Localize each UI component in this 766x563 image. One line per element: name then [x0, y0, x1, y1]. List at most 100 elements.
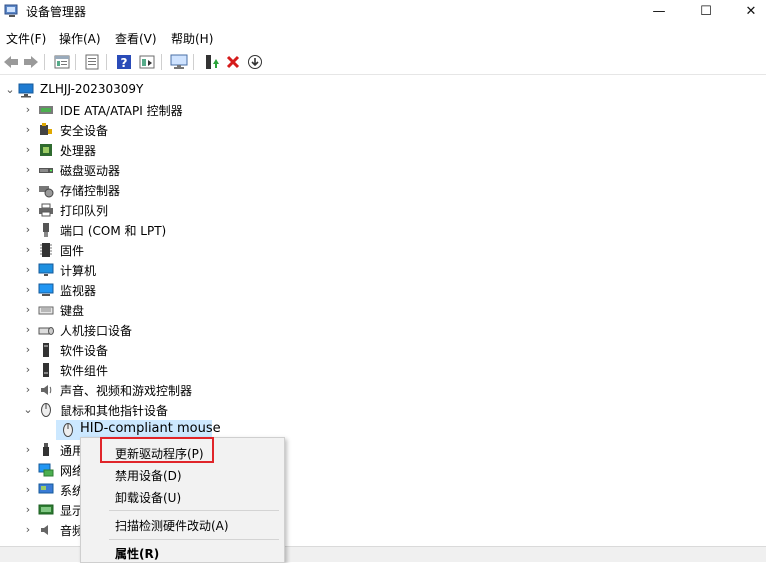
download-icon[interactable]: [246, 53, 264, 71]
update-icon[interactable]: [83, 53, 101, 71]
tree-node[interactable]: › 处理器: [0, 140, 766, 160]
menu-separator: [109, 539, 279, 540]
tree-root[interactable]: ⌄ ZLHJJ-20230309Y: [0, 80, 766, 100]
annotation-highlight: [100, 437, 214, 463]
chevron-right-icon[interactable]: ›: [22, 223, 34, 236]
tree-node[interactable]: › 安全设备: [0, 120, 766, 140]
menu-action[interactable]: 操作(A): [59, 30, 101, 47]
disk-icon: [39, 168, 53, 173]
chevron-right-icon[interactable]: ›: [22, 363, 34, 376]
chevron-right-icon[interactable]: ›: [22, 103, 34, 116]
menu-separator: [109, 510, 279, 511]
tree-node[interactable]: › 端口 (COM 和 LPT): [0, 220, 766, 240]
monitor-icon: [38, 283, 54, 296]
software-component-icon: [43, 363, 49, 377]
forward-icon[interactable]: [22, 53, 40, 71]
help-icon[interactable]: ?: [115, 53, 133, 71]
node-label: 固件: [60, 244, 85, 258]
node-label: 键盘: [60, 304, 85, 318]
toolbar-separator: [75, 54, 76, 70]
menu-file[interactable]: 文件(F): [6, 30, 46, 47]
node-label: 声音、视频和游戏控制器: [60, 384, 193, 398]
chevron-right-icon[interactable]: ›: [22, 303, 34, 316]
menu-item-uninstall-device[interactable]: 卸载设备(U): [115, 489, 181, 506]
tree-node[interactable]: › IDE ATA/ATAPI 控制器: [0, 100, 766, 120]
storage-icon: [39, 186, 54, 198]
network-icon: [38, 463, 54, 477]
toolbar-separator: [193, 54, 194, 70]
menu-bar: 文件(F) 操作(A) 查看(V) 帮助(H): [0, 26, 766, 48]
chevron-right-icon[interactable]: ›: [22, 163, 34, 176]
chevron-right-icon[interactable]: ›: [22, 523, 34, 536]
chevron-right-icon[interactable]: ›: [22, 243, 34, 256]
maximize-button[interactable]: ☐: [683, 0, 729, 22]
chevron-right-icon[interactable]: ›: [22, 123, 34, 136]
node-label: IDE ATA/ATAPI 控制器: [60, 104, 183, 118]
child-label: HID-compliant mouse: [80, 421, 221, 436]
chevron-down-icon[interactable]: ⌄: [4, 83, 16, 96]
chevron-right-icon[interactable]: ›: [22, 343, 34, 356]
view-icon[interactable]: [138, 53, 156, 71]
tree-node[interactable]: › 软件组件: [0, 360, 766, 380]
menu-help[interactable]: 帮助(H): [171, 30, 213, 47]
tree-node[interactable]: › 键盘: [0, 300, 766, 320]
tree-node[interactable]: ⌄ 鼠标和其他指针设备: [0, 400, 766, 420]
audio-icon: [41, 525, 48, 535]
display-icon: [38, 504, 54, 515]
node-label: 存储控制器: [60, 184, 121, 198]
svg-text:?: ?: [121, 56, 128, 70]
chevron-right-icon[interactable]: ›: [22, 203, 34, 216]
node-label: 安全设备: [60, 124, 109, 138]
chevron-down-icon[interactable]: ⌄: [22, 403, 34, 416]
chevron-right-icon[interactable]: ›: [22, 183, 34, 196]
tree-node[interactable]: › 存储控制器: [0, 180, 766, 200]
toolbar-separator: [161, 54, 162, 70]
chevron-right-icon[interactable]: ›: [22, 503, 34, 516]
back-icon[interactable]: [2, 53, 20, 71]
firmware-icon: [40, 243, 52, 257]
chevron-right-icon[interactable]: ›: [22, 383, 34, 396]
tree-node[interactable]: › 打印队列: [0, 200, 766, 220]
node-label: 处理器: [60, 144, 97, 158]
tree-node[interactable]: › 固件: [0, 240, 766, 260]
properties-icon[interactable]: [53, 53, 71, 71]
tree-node[interactable]: › 监视器: [0, 280, 766, 300]
usb-icon: [43, 443, 49, 456]
node-label: 监视器: [60, 284, 97, 298]
port-icon: [43, 223, 49, 237]
tree-node[interactable]: › 软件设备: [0, 340, 766, 360]
menu-item-disable-device[interactable]: 禁用设备(D): [115, 467, 182, 484]
uninstall-icon[interactable]: [224, 53, 242, 71]
tree-node[interactable]: › 磁盘驱动器: [0, 160, 766, 180]
mouse-icon: [63, 423, 73, 437]
tree-node[interactable]: › 人机接口设备: [0, 320, 766, 340]
tree-node[interactable]: › 声音、视频和游戏控制器: [0, 380, 766, 400]
node-label: 端口 (COM 和 LPT): [60, 224, 167, 238]
title-bar: 设备管理器 — ☐ ✕: [0, 0, 766, 22]
chevron-right-icon[interactable]: ›: [22, 263, 34, 276]
enable-icon[interactable]: [203, 53, 221, 71]
chevron-right-icon[interactable]: ›: [22, 143, 34, 156]
close-button[interactable]: ✕: [728, 0, 766, 22]
tree-node[interactable]: › 计算机: [0, 260, 766, 280]
software-device-icon: [43, 343, 49, 357]
device-manager-icon: [4, 4, 18, 17]
keyboard-icon: [38, 306, 54, 315]
node-label: 软件组件: [60, 364, 109, 378]
security-icon: [40, 123, 52, 135]
chevron-right-icon[interactable]: ›: [22, 463, 34, 476]
chevron-right-icon[interactable]: ›: [22, 283, 34, 296]
chevron-right-icon[interactable]: ›: [22, 323, 34, 336]
chevron-right-icon[interactable]: ›: [22, 443, 34, 456]
minimize-button[interactable]: —: [636, 0, 682, 22]
node-label: 磁盘驱动器: [60, 164, 121, 178]
hid-icon: [38, 327, 54, 335]
monitor-icon[interactable]: [170, 53, 188, 71]
node-label: 计算机: [60, 264, 97, 278]
menu-item-properties[interactable]: 属性(R): [115, 545, 159, 562]
menu-view[interactable]: 查看(V): [115, 30, 157, 47]
toolbar: ?: [0, 50, 766, 75]
menu-item-scan-hardware[interactable]: 扫描检测硬件改动(A): [115, 517, 229, 534]
node-label: 打印队列: [60, 204, 109, 218]
chevron-right-icon[interactable]: ›: [22, 483, 34, 496]
